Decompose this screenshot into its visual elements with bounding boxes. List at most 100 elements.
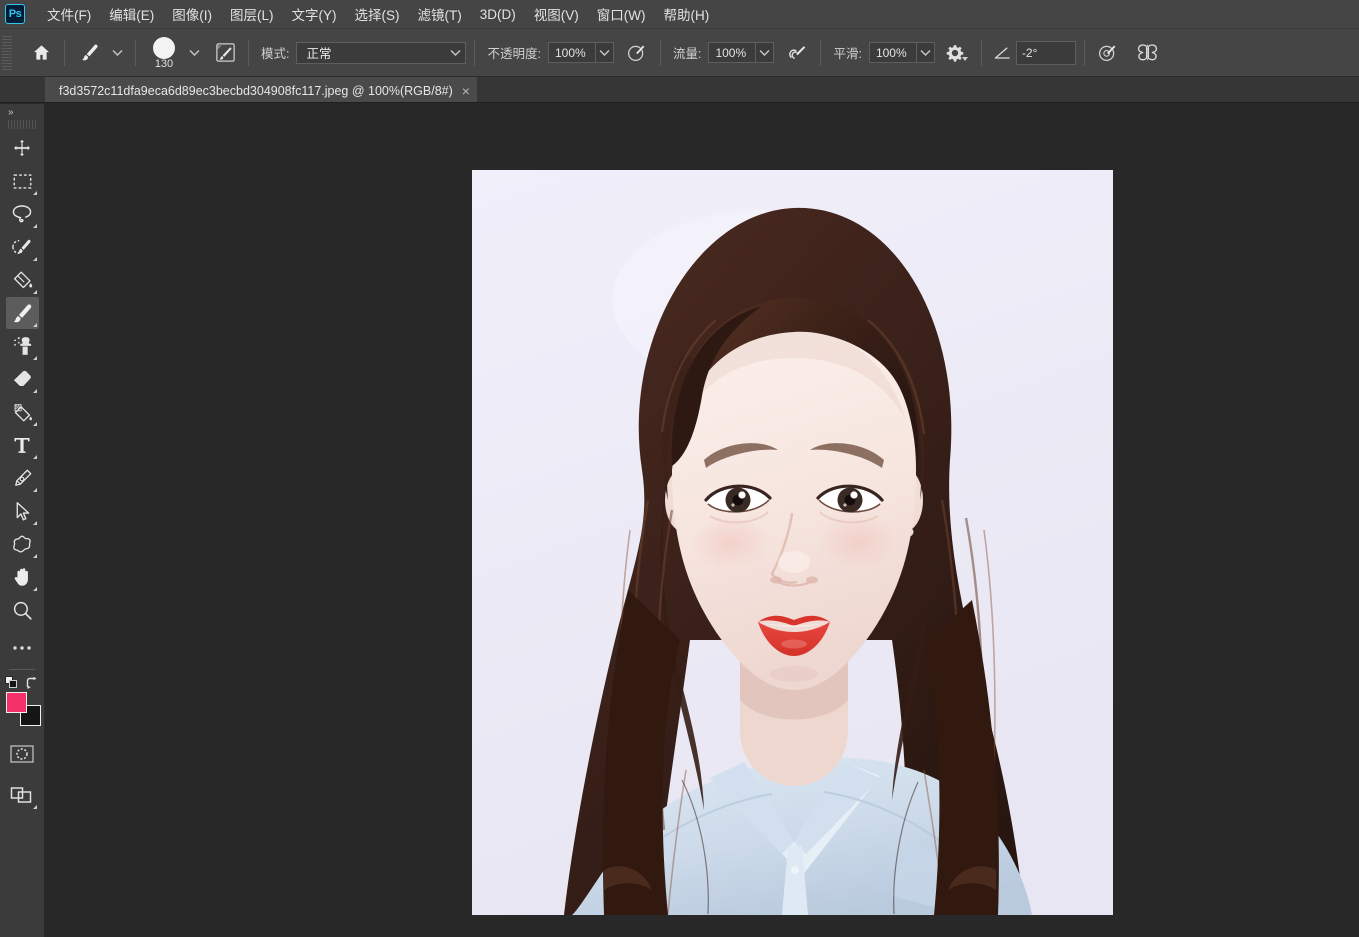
tool-submenu-indicator bbox=[33, 257, 37, 261]
close-icon[interactable]: × bbox=[462, 84, 470, 98]
default-colors-icon[interactable] bbox=[5, 676, 18, 689]
toolbar-grip[interactable] bbox=[8, 120, 36, 129]
tools-panel: » bbox=[0, 104, 45, 937]
tool-eraser[interactable] bbox=[6, 363, 39, 395]
tool-quick-selection[interactable] bbox=[6, 231, 39, 263]
tool-custom-shape[interactable] bbox=[6, 528, 39, 560]
separator bbox=[248, 40, 249, 66]
smoothing-label: 平滑: bbox=[833, 43, 861, 62]
flow-input[interactable]: 100% bbox=[708, 42, 774, 63]
brush-angle-icon[interactable] bbox=[990, 38, 1016, 68]
tool-submenu-indicator bbox=[33, 356, 37, 360]
toolbar-divider bbox=[9, 669, 35, 670]
brush-angle-input[interactable]: -2° bbox=[1016, 41, 1076, 65]
menu-3d[interactable]: 3D(D) bbox=[471, 3, 525, 26]
opacity-dropdown-icon[interactable] bbox=[595, 43, 613, 62]
tool-submenu-indicator bbox=[33, 389, 37, 393]
document-tab[interactable]: f3d3572c11dfa9eca6d89ec3becbd304908fc117… bbox=[45, 77, 477, 102]
brush-preset-dropdown[interactable] bbox=[107, 38, 127, 68]
tool-zoom[interactable] bbox=[6, 594, 39, 626]
menu-layer[interactable]: 图层(L) bbox=[221, 0, 283, 28]
tool-submenu-indicator bbox=[33, 191, 37, 195]
portrait-image bbox=[472, 170, 1113, 915]
blend-mode-value: 正常 bbox=[306, 43, 331, 62]
flow-label: 流量: bbox=[673, 43, 701, 62]
brush-size-value: 130 bbox=[155, 58, 173, 70]
pressure-opacity-icon[interactable] bbox=[622, 38, 652, 68]
workspace: » bbox=[0, 104, 1359, 937]
tool-submenu-indicator bbox=[33, 488, 37, 492]
opacity-input[interactable]: 100% bbox=[548, 42, 614, 63]
separator bbox=[1084, 40, 1085, 66]
brush-size-dropdown[interactable] bbox=[184, 38, 204, 68]
pressure-size-icon[interactable] bbox=[1093, 38, 1123, 68]
screen-mode-icon[interactable] bbox=[6, 779, 39, 811]
quick-mask-mode-icon[interactable] bbox=[6, 738, 39, 770]
menu-type[interactable]: 文字(Y) bbox=[283, 0, 346, 28]
document-tab-title: f3d3572c11dfa9eca6d89ec3becbd304908fc117… bbox=[59, 84, 453, 98]
menu-bar: Ps 文件(F) 编辑(E) 图像(I) 图层(L) 文字(Y) 选择(S) 滤… bbox=[0, 0, 1359, 29]
tool-submenu-indicator bbox=[33, 587, 37, 591]
blend-mode-select[interactable]: 正常 bbox=[296, 42, 466, 64]
separator bbox=[820, 40, 821, 66]
menu-image[interactable]: 图像(I) bbox=[163, 0, 221, 28]
tool-submenu-indicator bbox=[33, 455, 37, 459]
swap-colors-icon[interactable] bbox=[25, 676, 39, 690]
separator bbox=[660, 40, 661, 66]
options-bar-grip[interactable] bbox=[2, 36, 12, 70]
tool-submenu-indicator bbox=[33, 323, 37, 327]
tool-submenu-indicator bbox=[33, 521, 37, 525]
menu-filter[interactable]: 滤镜(T) bbox=[409, 0, 471, 28]
menu-help[interactable]: 帮助(H) bbox=[654, 0, 718, 28]
tool-type[interactable] bbox=[6, 429, 39, 461]
tool-submenu-indicator bbox=[33, 224, 37, 228]
tool-brush[interactable] bbox=[6, 297, 39, 329]
separator bbox=[135, 40, 136, 66]
options-bar: 130 模式: 正常 不透明度: 100% 流量: 100 bbox=[0, 29, 1359, 77]
smoothing-dropdown-icon[interactable] bbox=[916, 43, 934, 62]
separator bbox=[981, 40, 982, 66]
brush-preset-icon[interactable] bbox=[73, 38, 107, 68]
tool-path-selection[interactable] bbox=[6, 495, 39, 527]
menu-window[interactable]: 窗口(W) bbox=[588, 0, 655, 28]
home-icon[interactable] bbox=[26, 38, 56, 68]
flow-dropdown-icon[interactable] bbox=[755, 43, 773, 62]
color-swatches bbox=[0, 676, 44, 724]
tool-submenu-indicator bbox=[33, 422, 37, 426]
symmetry-butterfly-icon[interactable] bbox=[1133, 38, 1163, 68]
mode-label: 模式: bbox=[261, 43, 289, 62]
document-window[interactable] bbox=[45, 104, 1359, 937]
opacity-value: 100% bbox=[549, 43, 595, 62]
flow-value: 100% bbox=[709, 43, 755, 62]
brush-size-preview[interactable]: 130 bbox=[144, 35, 184, 70]
tool-edit-toolbar[interactable] bbox=[6, 632, 39, 664]
menu-file[interactable]: 文件(F) bbox=[38, 0, 100, 28]
tool-crop[interactable] bbox=[6, 264, 39, 296]
tool-submenu-indicator bbox=[33, 805, 37, 809]
menu-edit[interactable]: 编辑(E) bbox=[100, 0, 163, 28]
chevron-down-icon bbox=[450, 49, 461, 56]
tool-gradient[interactable] bbox=[6, 396, 39, 428]
foreground-color-swatch[interactable] bbox=[6, 692, 27, 713]
separator bbox=[474, 40, 475, 66]
tool-pen[interactable] bbox=[6, 462, 39, 494]
separator bbox=[64, 40, 65, 66]
airbrush-icon[interactable] bbox=[782, 38, 812, 68]
menu-select[interactable]: 选择(S) bbox=[346, 0, 409, 28]
image-canvas[interactable] bbox=[472, 170, 1113, 915]
tool-lasso[interactable] bbox=[6, 198, 39, 230]
tool-rectangular-marquee[interactable] bbox=[6, 165, 39, 197]
tool-submenu-indicator bbox=[33, 554, 37, 558]
tool-submenu-indicator bbox=[33, 290, 37, 294]
document-tab-bar: f3d3572c11dfa9eca6d89ec3becbd304908fc117… bbox=[0, 77, 1359, 103]
smoothing-input[interactable]: 100% bbox=[869, 42, 935, 63]
menu-view[interactable]: 视图(V) bbox=[525, 0, 588, 28]
tool-hand[interactable] bbox=[6, 561, 39, 593]
tool-clone-stamp[interactable] bbox=[6, 330, 39, 362]
smoothing-options-gear-icon[interactable] bbox=[943, 38, 973, 68]
smoothing-value: 100% bbox=[870, 43, 916, 62]
brush-settings-panel-icon[interactable] bbox=[210, 38, 240, 68]
tool-move[interactable] bbox=[6, 132, 39, 164]
photoshop-logo: Ps bbox=[5, 4, 25, 24]
expand-panels-icon[interactable]: » bbox=[0, 104, 44, 120]
